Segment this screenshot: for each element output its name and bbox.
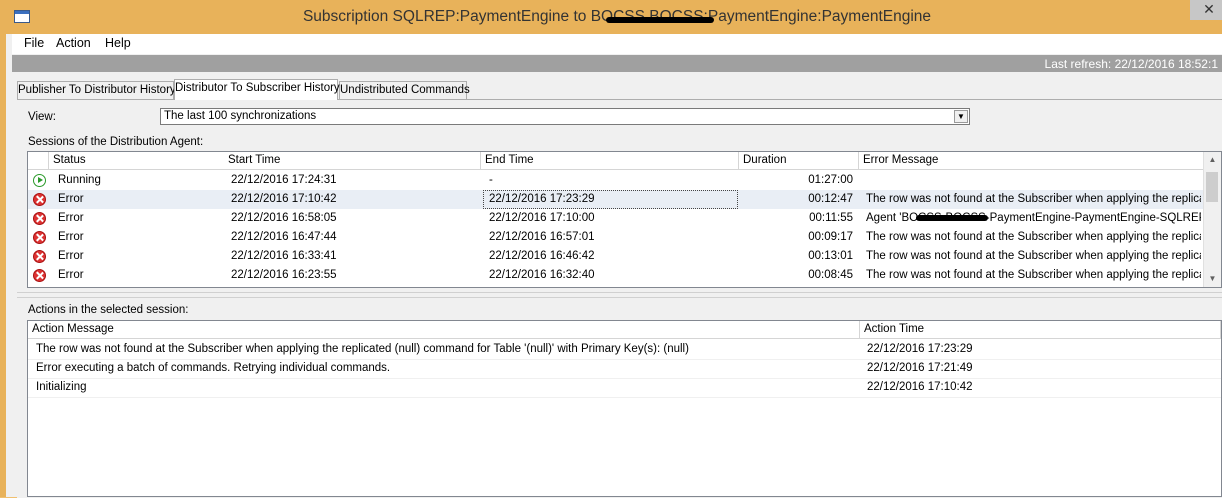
action-time: 22/12/2016 17:10:42 — [867, 381, 973, 393]
session-start-time: 22/12/2016 16:58:05 — [231, 212, 337, 224]
error-icon — [33, 269, 46, 282]
action-row[interactable]: The row was not found at the Subscriber … — [28, 340, 1221, 360]
action-row[interactable]: Error executing a batch of commands. Ret… — [28, 359, 1221, 379]
subscription-window: Subscription SQLREP:PaymentEngine to BOC… — [0, 0, 1222, 498]
tab-distributor-to-subscriber[interactable]: Distributor To Subscriber History — [174, 79, 340, 100]
refresh-bar: Last refresh: 22/12/2016 18:52:1 — [12, 55, 1222, 72]
session-status: Error — [58, 193, 84, 205]
session-end-time: 22/12/2016 16:57:01 — [489, 231, 595, 243]
sessions-label: Sessions of the Distribution Agent: — [28, 136, 204, 148]
view-dropdown-value: The last 100 synchronizations — [164, 110, 317, 122]
session-row-selected[interactable]: Error 22/12/2016 17:10:42 22/12/2016 17:… — [28, 190, 1204, 209]
running-icon — [33, 174, 46, 187]
session-error-message: The row was not found at the Subscriber … — [866, 269, 1201, 281]
session-row[interactable]: Running 22/12/2016 17:24:31 - 01:27:00 — [28, 171, 1204, 190]
header-icon-column[interactable] — [28, 152, 49, 170]
last-refresh-text: Last refresh: 22/12/2016 18:52:1 — [1044, 57, 1218, 71]
title-bar[interactable]: Subscription SQLREP:PaymentEngine to BOC… — [6, 0, 1222, 34]
close-button[interactable]: ✕ — [1190, 0, 1222, 20]
header-action-time[interactable]: Action Time — [860, 321, 1221, 339]
header-start-time[interactable]: Start Time — [224, 152, 481, 170]
menu-help[interactable]: Help — [105, 36, 131, 50]
action-message: Initializing — [36, 381, 87, 393]
session-status: Error — [58, 212, 84, 224]
session-status: Error — [58, 269, 84, 281]
session-row[interactable]: Error 22/12/2016 16:33:41 22/12/2016 16:… — [28, 247, 1204, 266]
menu-file[interactable]: File — [24, 36, 44, 50]
action-time: 22/12/2016 17:21:49 — [867, 362, 973, 374]
session-error-message: The row was not found at the Subscriber … — [866, 193, 1201, 205]
view-dropdown[interactable]: The last 100 synchronizations ▼ — [160, 108, 970, 125]
session-row[interactable]: Error 22/12/2016 16:47:44 22/12/2016 16:… — [28, 228, 1204, 247]
action-message: The row was not found at the Subscriber … — [36, 343, 689, 355]
session-start-time: 22/12/2016 17:24:31 — [231, 174, 337, 186]
session-end-time: 22/12/2016 17:10:00 — [489, 212, 595, 224]
scroll-down-icon[interactable]: ▼ — [1204, 271, 1221, 287]
tab-undistributed-commands[interactable]: Undistributed Commands — [339, 81, 470, 99]
header-action-message[interactable]: Action Message — [28, 321, 860, 339]
view-label: View: — [28, 111, 56, 123]
error-icon — [33, 250, 46, 263]
scrollbar-thumb[interactable] — [1206, 172, 1218, 202]
session-duration: 00:08:45 — [808, 269, 853, 281]
sessions-grid[interactable]: Status Start Time End Time Duration Erro… — [27, 151, 1222, 288]
pane-splitter[interactable] — [17, 292, 1222, 298]
session-start-time: 22/12/2016 17:10:42 — [231, 193, 337, 205]
session-duration: 00:13:01 — [808, 250, 853, 262]
action-row[interactable]: Initializing 22/12/2016 17:10:42 — [28, 378, 1221, 398]
actions-grid[interactable]: Action Message Action Time The row was n… — [27, 320, 1222, 497]
session-end-time: - — [489, 174, 493, 186]
header-error-message[interactable]: Error Message — [859, 152, 1204, 170]
menu-action[interactable]: Action — [56, 36, 91, 50]
action-message: Error executing a batch of commands. Ret… — [36, 362, 391, 374]
session-duration: 01:27:00 — [808, 174, 853, 186]
session-error-message: The row was not found at the Subscriber … — [866, 231, 1201, 243]
session-start-time: 22/12/2016 16:33:41 — [231, 250, 337, 262]
error-icon — [33, 231, 46, 244]
header-end-time[interactable]: End Time — [481, 152, 739, 170]
chevron-down-icon[interactable]: ▼ — [954, 110, 968, 123]
close-icon: ✕ — [1203, 1, 1215, 17]
session-row[interactable]: Error 22/12/2016 16:23:55 22/12/2016 16:… — [28, 266, 1204, 285]
session-status: Running — [58, 174, 101, 186]
actions-label: Actions in the selected session: — [28, 304, 189, 316]
session-duration: 00:11:55 — [809, 212, 853, 224]
redaction-mark — [606, 17, 714, 23]
action-time: 22/12/2016 17:23:29 — [867, 343, 973, 355]
error-icon — [33, 193, 46, 206]
header-duration[interactable]: Duration — [739, 152, 859, 170]
session-start-time: 22/12/2016 16:23:55 — [231, 269, 337, 281]
session-duration: 00:09:17 — [808, 231, 853, 243]
session-error-message: The row was not found at the Subscriber … — [866, 250, 1201, 262]
scroll-up-icon[interactable]: ▲ — [1204, 152, 1221, 168]
session-row[interactable]: Error 22/12/2016 16:58:05 22/12/2016 17:… — [28, 209, 1204, 228]
session-start-time: 22/12/2016 16:47:44 — [231, 231, 337, 243]
session-end-time: 22/12/2016 17:23:29 — [483, 190, 738, 209]
tab-publisher-to-distributor[interactable]: Publisher To Distributor History — [17, 81, 176, 99]
header-status[interactable]: Status — [49, 152, 244, 170]
sessions-scrollbar[interactable]: ▲ ▼ — [1203, 152, 1221, 287]
session-status: Error — [58, 250, 84, 262]
session-end-time: 22/12/2016 16:32:40 — [489, 269, 595, 281]
error-icon — [33, 212, 46, 225]
session-status: Error — [58, 231, 84, 243]
session-error-message — [866, 171, 1201, 190]
session-end-time: 22/12/2016 16:46:42 — [489, 250, 595, 262]
session-duration: 00:12:47 — [808, 193, 853, 205]
menu-bar: File Action Help — [12, 34, 1222, 54]
redaction-mark — [916, 215, 988, 221]
